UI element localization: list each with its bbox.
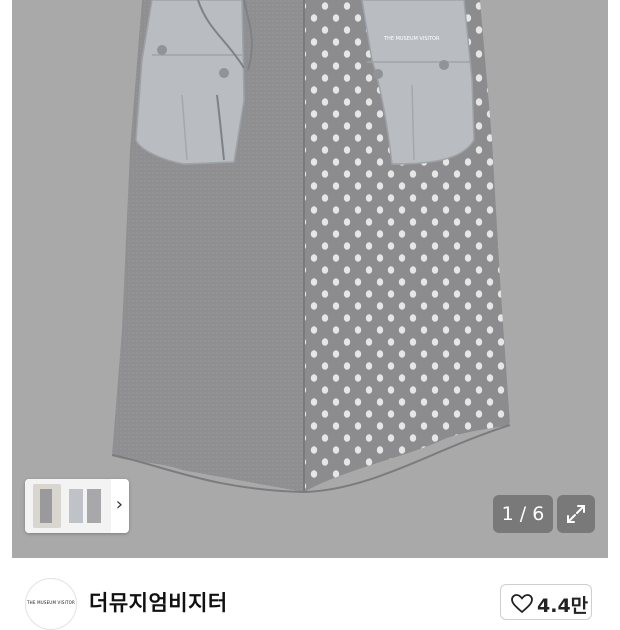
avatar-text: THE MUSEUM VISITOR bbox=[27, 600, 75, 605]
seller-avatar[interactable]: THE MUSEUM VISITOR bbox=[25, 578, 77, 630]
like-button[interactable]: 4.4만 bbox=[500, 584, 592, 620]
product-gallery[interactable]: THE MUSEUM VISITOR › 1 / 6 bbox=[0, 0, 620, 560]
heart-outline-icon bbox=[511, 594, 533, 614]
image-counter: 1 / 6 bbox=[493, 495, 553, 533]
thumbnail-image[interactable] bbox=[25, 479, 111, 533]
like-count: 4.4만 bbox=[537, 595, 589, 617]
thumbnail-strip[interactable]: › bbox=[25, 479, 129, 533]
brand-print: THE MUSEUM VISITOR bbox=[383, 36, 440, 42]
expand-button[interactable] bbox=[557, 495, 595, 533]
product-photo[interactable]: THE MUSEUM VISITOR bbox=[12, 0, 608, 558]
chevron-right-icon[interactable]: › bbox=[116, 494, 123, 516]
expand-icon bbox=[567, 505, 585, 523]
seller-name[interactable]: 더뮤지엄비지터 bbox=[89, 587, 228, 617]
skirt-image: THE MUSEUM VISITOR bbox=[111, 0, 511, 494]
